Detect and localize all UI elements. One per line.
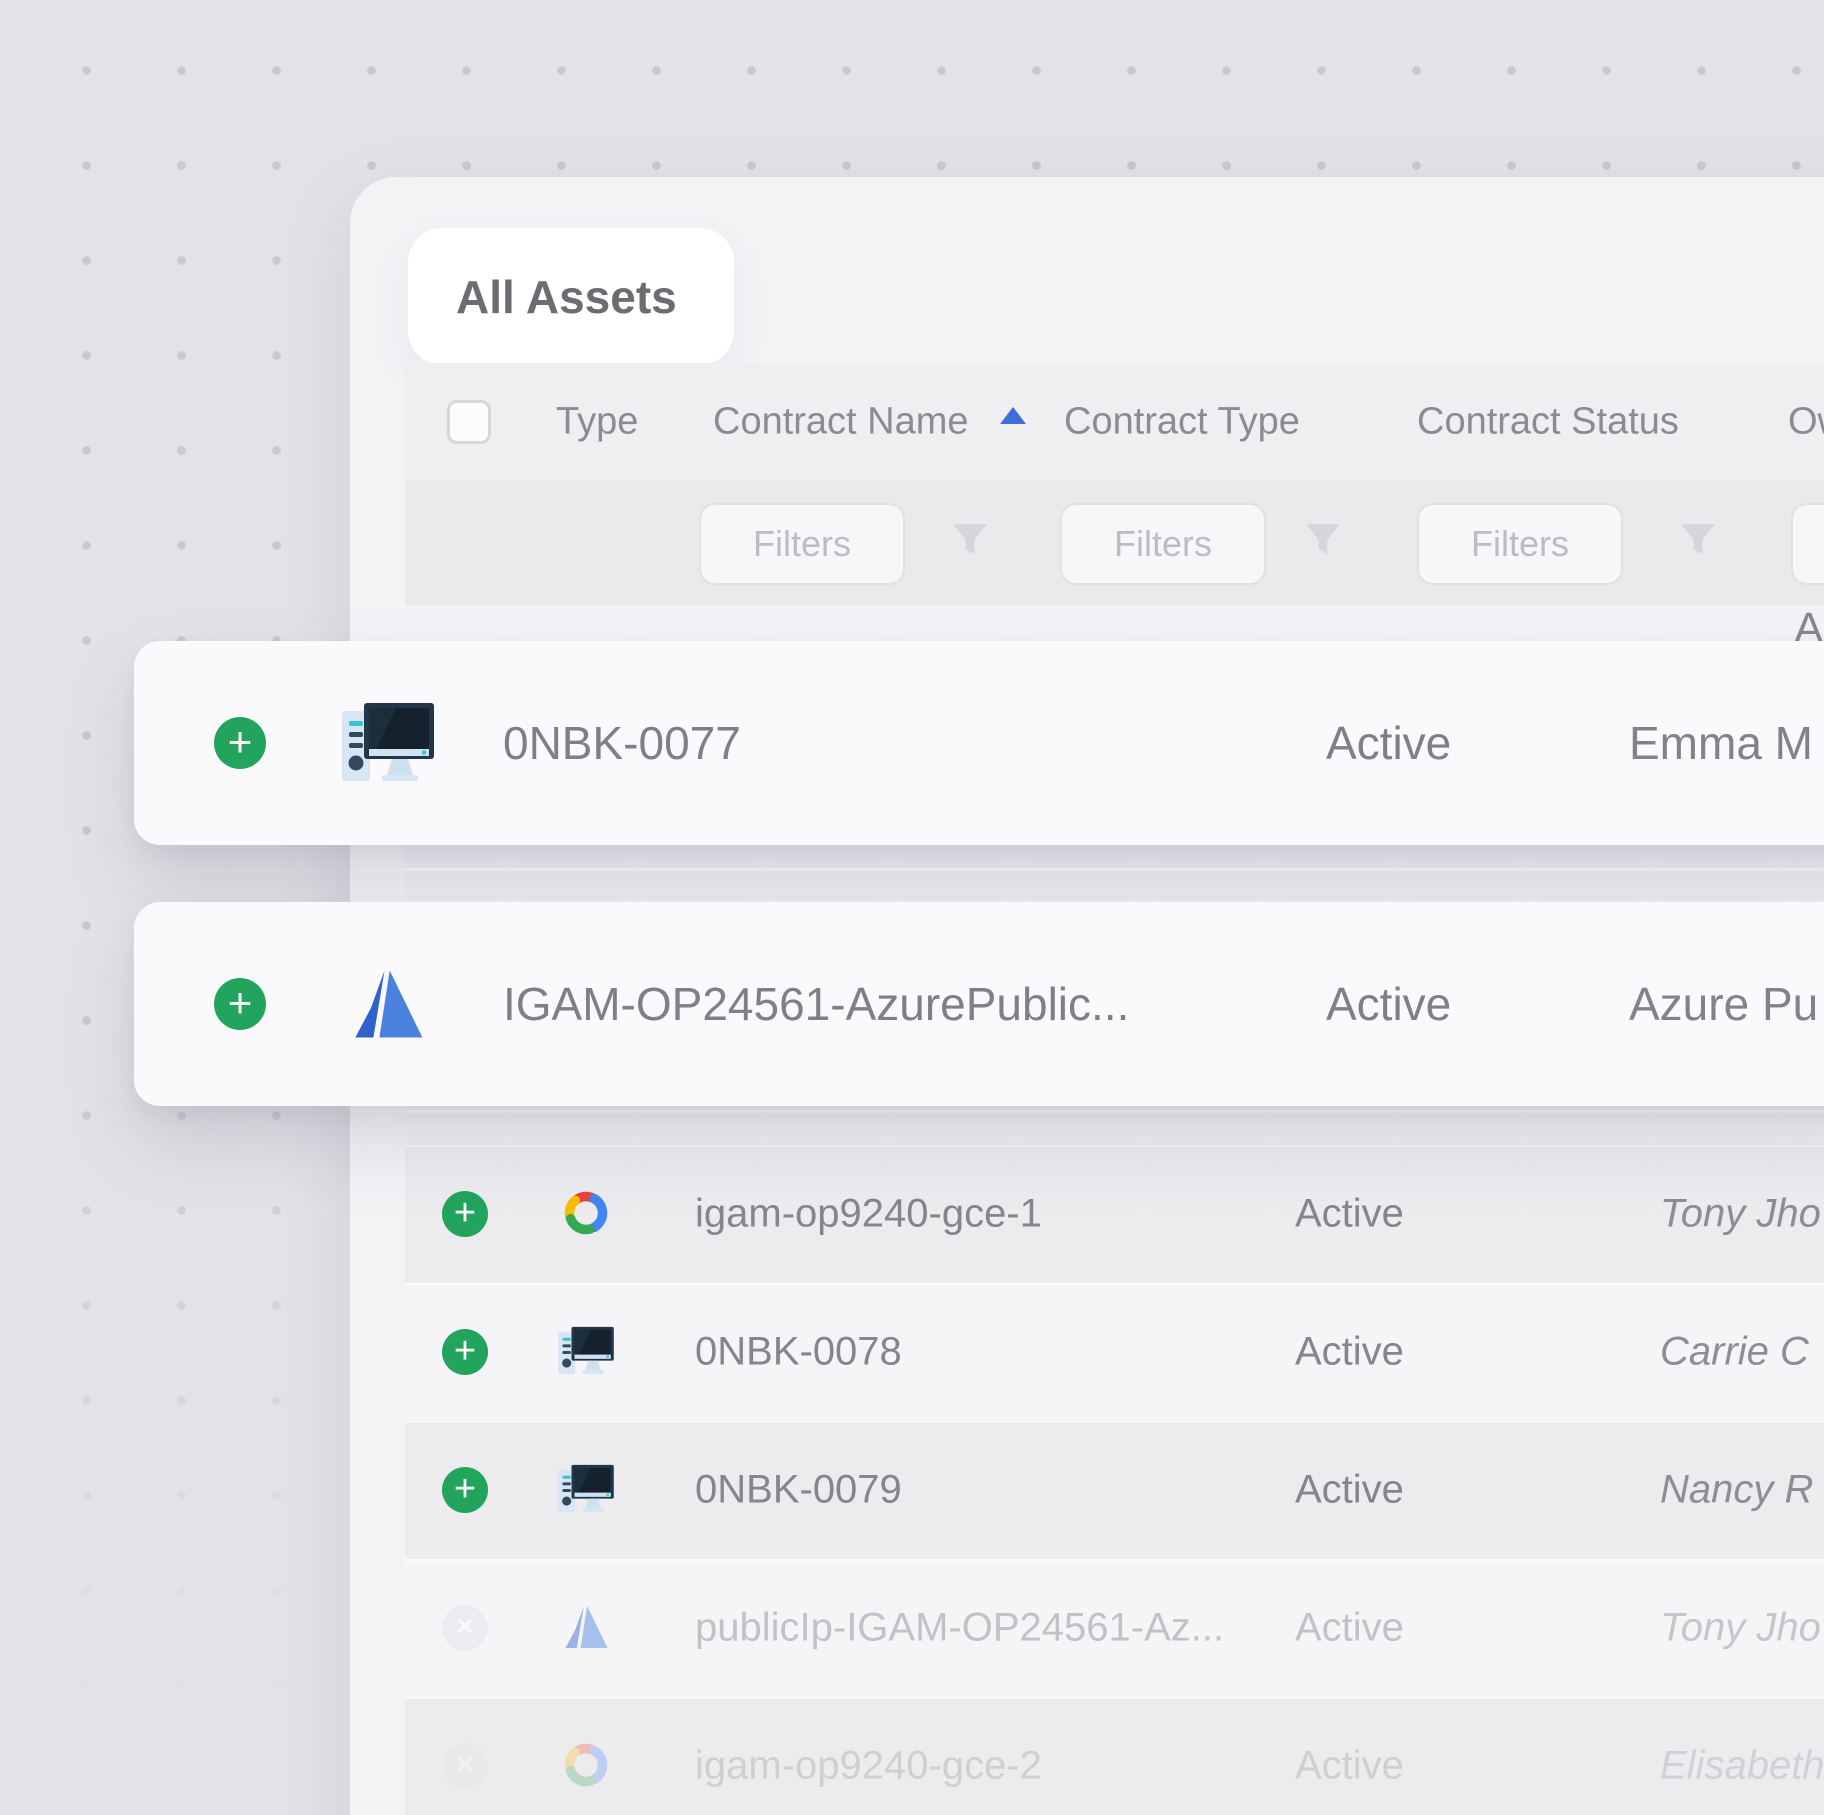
table-row[interactable]: publicIp-IGAM-OP24561-Az... Active Tony … [405, 1559, 1824, 1697]
contract-name: igam-op9240-gce-1 [695, 1192, 1042, 1237]
add-button[interactable] [442, 1329, 488, 1375]
desktop-computer-icon [338, 691, 438, 795]
contract-status: Active [1295, 1330, 1404, 1375]
asset-row-elevated[interactable]: IGAM-OP24561-AzurePublic... Active Azure… [134, 902, 1824, 1106]
remove-button[interactable] [442, 1605, 488, 1651]
column-header-contract-type[interactable]: Contract Type [1064, 400, 1300, 443]
select-all-checkbox[interactable] [447, 400, 491, 444]
owner-name: Azure Pu [1629, 977, 1818, 1031]
row-separator [405, 868, 1824, 871]
azure-icon [344, 958, 432, 1050]
owner-name: Carrie C [1660, 1330, 1809, 1375]
add-button[interactable] [442, 1467, 488, 1513]
contract-status: Active [1295, 1744, 1404, 1789]
add-button[interactable] [442, 1191, 488, 1237]
owner-name: Emma M [1629, 716, 1813, 770]
owner-name: Tony Jho [1660, 1192, 1821, 1237]
asset-row-elevated[interactable]: 0NBK-0077 Active Emma M [134, 641, 1824, 845]
filter-placeholder: Filters [753, 523, 851, 565]
contract-name: 0NBK-0077 [503, 716, 741, 770]
column-header-contract-name[interactable]: Contract Name [713, 400, 969, 443]
tab-label: All Assets [456, 270, 677, 324]
filter-funnel-icon[interactable] [1679, 522, 1717, 558]
filter-input-contract-name[interactable]: Filters [699, 503, 905, 585]
table-row[interactable]: igam-op9240-gce-1 Active Tony Jho [405, 1145, 1824, 1283]
contract-status: Active [1295, 1192, 1404, 1237]
column-header-owner[interactable]: Ow [1788, 400, 1824, 443]
desktop-computer-icon [557, 1462, 615, 1516]
filter-input-contract-type[interactable]: Filters [1060, 503, 1266, 585]
google-cloud-icon [557, 1738, 615, 1792]
add-button[interactable] [214, 717, 266, 769]
column-header-type[interactable]: Type [556, 400, 638, 443]
filter-funnel-icon[interactable] [1304, 522, 1342, 558]
contract-status: Active [1295, 1468, 1404, 1513]
remove-button[interactable] [442, 1743, 488, 1789]
contract-name: 0NBK-0079 [695, 1468, 902, 1513]
google-cloud-icon [557, 1186, 615, 1240]
filter-input-contract-status[interactable]: Filters [1417, 503, 1623, 585]
background: All Assets Type Contract Name Contract T… [0, 0, 1824, 1815]
desktop-computer-icon [557, 1324, 615, 1378]
owner-name: Elisabeth [1660, 1744, 1824, 1789]
owner-name: Nancy R [1660, 1468, 1813, 1513]
filter-input-owner-partial[interactable] [1791, 503, 1824, 585]
table-row[interactable]: 0NBK-0078 Active Carrie C [405, 1283, 1824, 1421]
filter-row: Filters Filters Filters [405, 480, 1824, 606]
table-row-sliver [405, 845, 1824, 899]
row-separator [405, 1110, 1824, 1113]
tab-all-assets[interactable]: All Assets [408, 228, 734, 365]
table-header-row: Type Contract Name Contract Type Contrac… [405, 363, 1824, 480]
filter-funnel-icon[interactable] [951, 522, 989, 558]
filter-placeholder: Filters [1471, 523, 1569, 565]
column-header-contract-status[interactable]: Contract Status [1417, 400, 1679, 443]
contract-name: publicIp-IGAM-OP24561-Az... [695, 1606, 1224, 1651]
contract-name: IGAM-OP24561-AzurePublic... [503, 977, 1129, 1031]
azure-icon [557, 1600, 615, 1654]
contract-name: igam-op9240-gce-2 [695, 1744, 1042, 1789]
owner-name: Tony Jho [1660, 1606, 1821, 1651]
filter-placeholder: Filters [1114, 523, 1212, 565]
add-button[interactable] [214, 978, 266, 1030]
table-row[interactable]: 0NBK-0079 Active Nancy R [405, 1421, 1824, 1559]
contract-status: Active [1295, 1606, 1404, 1651]
sort-ascending-icon [1000, 407, 1026, 424]
contract-status: Active [1326, 977, 1451, 1031]
contract-name: 0NBK-0078 [695, 1330, 902, 1375]
table-row[interactable]: igam-op9240-gce-2 Active Elisabeth [405, 1697, 1824, 1815]
contract-status: Active [1326, 716, 1451, 770]
